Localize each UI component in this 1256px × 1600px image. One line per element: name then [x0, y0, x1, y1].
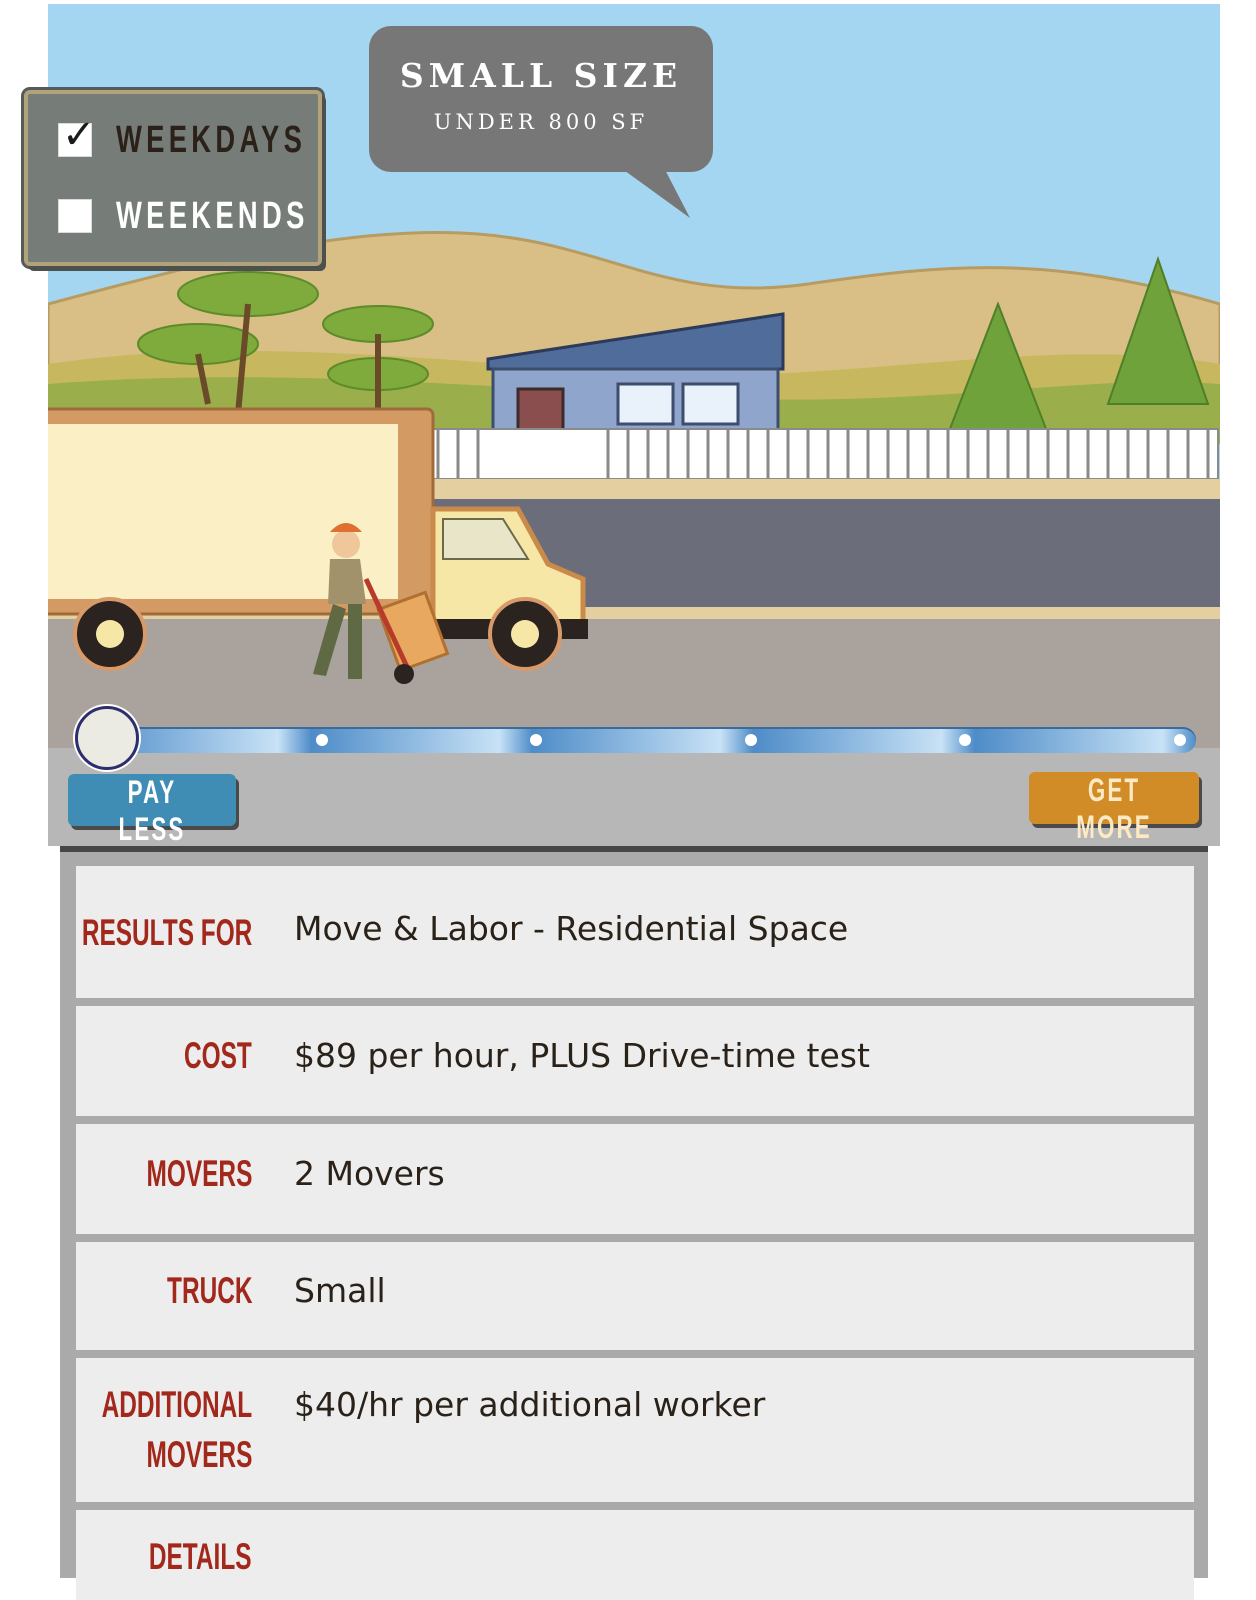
size-slider-handle[interactable] [75, 706, 139, 770]
row-value: Move & Labor - Residential Space [294, 909, 849, 948]
row-label: RESULTS FOR [81, 912, 252, 953]
size-subtitle: UNDER 800 SF [433, 110, 649, 134]
row-value: Small [294, 1271, 386, 1310]
row-value: 2 Movers [294, 1154, 445, 1193]
row-label-line2: MOVERS [146, 1434, 252, 1475]
pay-less-label: PAY LESS [118, 774, 186, 847]
row-label: ADDITIONAL [101, 1384, 252, 1425]
results-row-details: DETAILS [76, 1510, 1194, 1600]
size-speech-bubble: SMALL SIZE UNDER 800 SF [369, 26, 713, 172]
size-title: SMALL SIZE [399, 56, 683, 95]
results-row-additional-movers: ADDITIONAL MOVERS $40/hr per additional … [76, 1358, 1194, 1502]
results-row-results-for: RESULTS FOR Move & Labor - Residential S… [76, 866, 1194, 998]
slider-step-dot[interactable] [744, 734, 757, 746]
row-label: DETAILS [149, 1536, 252, 1577]
get-more-button[interactable]: GET MORE [1029, 772, 1199, 845]
row-label: MOVERS [146, 1153, 252, 1194]
row-value: $89 per hour, PLUS Drive-time test [294, 1036, 870, 1075]
size-slider-track[interactable] [90, 727, 1196, 753]
row-value: $40/hr per additional worker [294, 1385, 766, 1424]
results-row-movers: MOVERS 2 Movers [76, 1124, 1194, 1234]
get-more-label: GET MORE [1076, 772, 1152, 845]
slider-step-dot[interactable] [1174, 734, 1186, 746]
results-row-truck: TRUCK Small [76, 1242, 1194, 1350]
results-row-cost: COST $89 per hour, PLUS Drive-time test [76, 1006, 1194, 1116]
row-label: TRUCK [166, 1270, 252, 1311]
row-label: COST [184, 1035, 252, 1076]
pay-less-button[interactable]: PAY LESS [68, 774, 236, 847]
results-panel: RESULTS FOR Move & Labor - Residential S… [60, 846, 1208, 1600]
slider-step-dot[interactable] [315, 734, 328, 746]
